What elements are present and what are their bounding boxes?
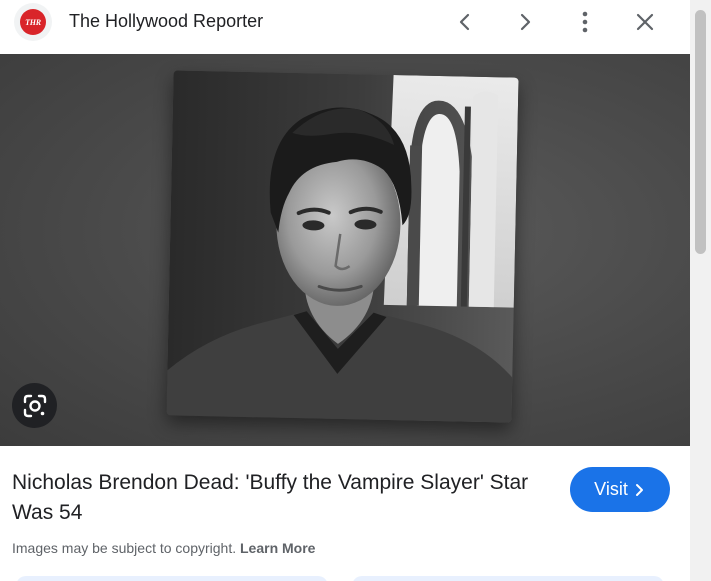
next-button[interactable] bbox=[509, 6, 541, 38]
image-preview[interactable] bbox=[0, 54, 690, 446]
scrollbar-thumb[interactable] bbox=[695, 10, 706, 254]
close-button[interactable] bbox=[629, 6, 661, 38]
related-chip[interactable] bbox=[16, 576, 328, 581]
google-lens-icon bbox=[23, 394, 46, 417]
viewer-header: THR The Hollywood Reporter bbox=[0, 0, 690, 54]
portrait-image bbox=[166, 70, 519, 423]
learn-more-link[interactable]: Learn More bbox=[240, 540, 315, 556]
related-chip[interactable] bbox=[352, 576, 664, 581]
result-title[interactable]: Nicholas Brendon Dead: 'Buffy the Vampir… bbox=[12, 468, 542, 528]
visit-label: Visit bbox=[594, 479, 628, 499]
chevron-right-icon bbox=[635, 483, 643, 496]
thr-logo-icon: THR bbox=[20, 9, 46, 35]
portrait-photo[interactable] bbox=[166, 70, 519, 423]
google-lens-button[interactable] bbox=[12, 383, 57, 428]
chevron-left-icon bbox=[459, 13, 470, 31]
previous-button[interactable] bbox=[449, 6, 481, 38]
copyright-notice: Images may be subject to copyright. Lear… bbox=[12, 539, 315, 557]
site-name[interactable]: The Hollywood Reporter bbox=[69, 10, 263, 32]
copyright-text: Images may be subject to copyright. bbox=[12, 540, 237, 556]
close-icon bbox=[636, 13, 654, 31]
visit-button[interactable]: Visit bbox=[570, 467, 670, 512]
scrollbar[interactable] bbox=[690, 0, 711, 581]
chevron-right-icon bbox=[520, 13, 531, 31]
more-options-button[interactable] bbox=[569, 6, 601, 38]
more-vert-icon bbox=[582, 11, 588, 33]
site-favicon[interactable]: THR bbox=[14, 3, 52, 41]
